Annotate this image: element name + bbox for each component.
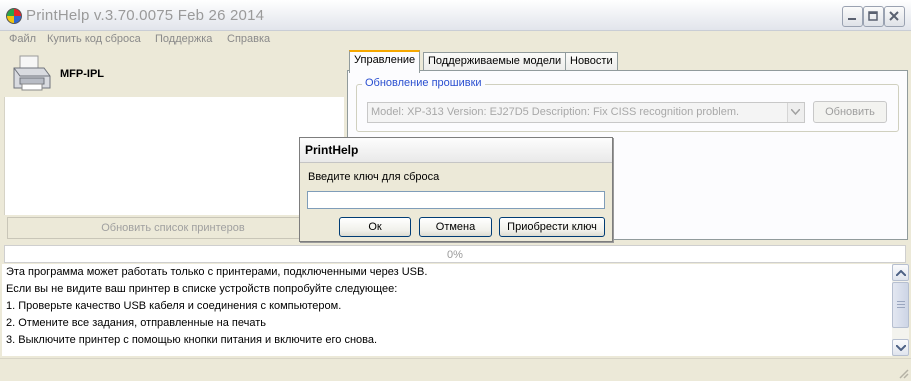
log-line: Если вы не видите ваш принтер в списке у… (6, 283, 398, 295)
status-bar (0, 358, 911, 381)
close-button[interactable] (884, 6, 905, 27)
log-area[interactable]: Эта программа может работать только с пр… (2, 264, 892, 356)
scroll-up-button[interactable] (892, 264, 909, 281)
close-icon (889, 11, 899, 21)
firmware-select-value: Model: XP-313 Version: EJ27D5 Descriptio… (371, 106, 740, 118)
dialog-title-bar: PrintHelp (300, 138, 612, 163)
printer-list[interactable] (4, 97, 344, 215)
menu-help[interactable]: Справка (227, 33, 270, 45)
tab-supported-models[interactable]: Поддерживаемые модели (423, 52, 567, 71)
minimize-icon (848, 18, 856, 20)
buy-key-button[interactable]: Приобрести ключ (499, 217, 605, 237)
printer-icon (13, 55, 51, 91)
menu-bar: Файл Купить код сброса Поддержка Справка (0, 31, 911, 49)
log-line: 1. Проверьте качество USB кабеля и соеди… (6, 300, 342, 312)
firmware-group: Обновление прошивки Model: XP-313 Versio… (356, 77, 899, 132)
tab-management[interactable]: Управление (349, 50, 421, 73)
menu-support[interactable]: Поддержка (155, 33, 212, 45)
resize-grip-icon[interactable] (897, 367, 909, 379)
log-line: 2. Отмените все задания, отправленные на… (6, 317, 266, 329)
progress-bar: 0% (4, 245, 906, 263)
scroll-thumb[interactable] (892, 282, 909, 328)
firmware-group-title: Обновление прошивки (362, 77, 485, 89)
chevron-down-icon[interactable] (787, 103, 804, 122)
menu-buy-reset-code[interactable]: Купить код сброса (47, 33, 141, 45)
window-title: PrintHelp v.3.70.0075 Feb 26 2014 (26, 7, 265, 24)
log-line: 3. Выключите принтер с помощью кнопки пи… (6, 334, 378, 346)
printer-entry[interactable]: MFP-IPL (4, 50, 343, 97)
minimize-button[interactable] (842, 6, 863, 27)
printer-name: MFP-IPL (60, 68, 104, 80)
ok-button[interactable]: Ок (339, 217, 411, 237)
maximize-button[interactable] (863, 6, 884, 27)
cancel-button[interactable]: Отмена (419, 217, 492, 237)
scroll-down-button[interactable] (892, 339, 909, 356)
app-icon (6, 8, 22, 24)
dialog-title: PrintHelp (305, 143, 359, 157)
log-scrollbar[interactable] (892, 264, 909, 356)
chevron-up-icon (896, 270, 906, 276)
title-bar: PrintHelp v.3.70.0075 Feb 26 2014 (0, 0, 911, 31)
log-line: Эта программа может работать только с пр… (6, 266, 428, 278)
chevron-down-icon (896, 345, 906, 351)
firmware-select[interactable]: Model: XP-313 Version: EJ27D5 Descriptio… (367, 102, 805, 123)
reset-key-input[interactable] (307, 191, 605, 209)
reset-key-dialog: PrintHelp Введите ключ для сброса Ок Отм… (299, 137, 613, 242)
update-firmware-button[interactable]: Обновить (813, 101, 887, 123)
menu-file[interactable]: Файл (9, 33, 36, 45)
tab-news[interactable]: Новости (565, 52, 618, 71)
maximize-icon (868, 11, 878, 21)
reset-key-label: Введите ключ для сброса (308, 171, 440, 183)
refresh-printers-button[interactable]: Обновить список принтеров (7, 217, 339, 239)
